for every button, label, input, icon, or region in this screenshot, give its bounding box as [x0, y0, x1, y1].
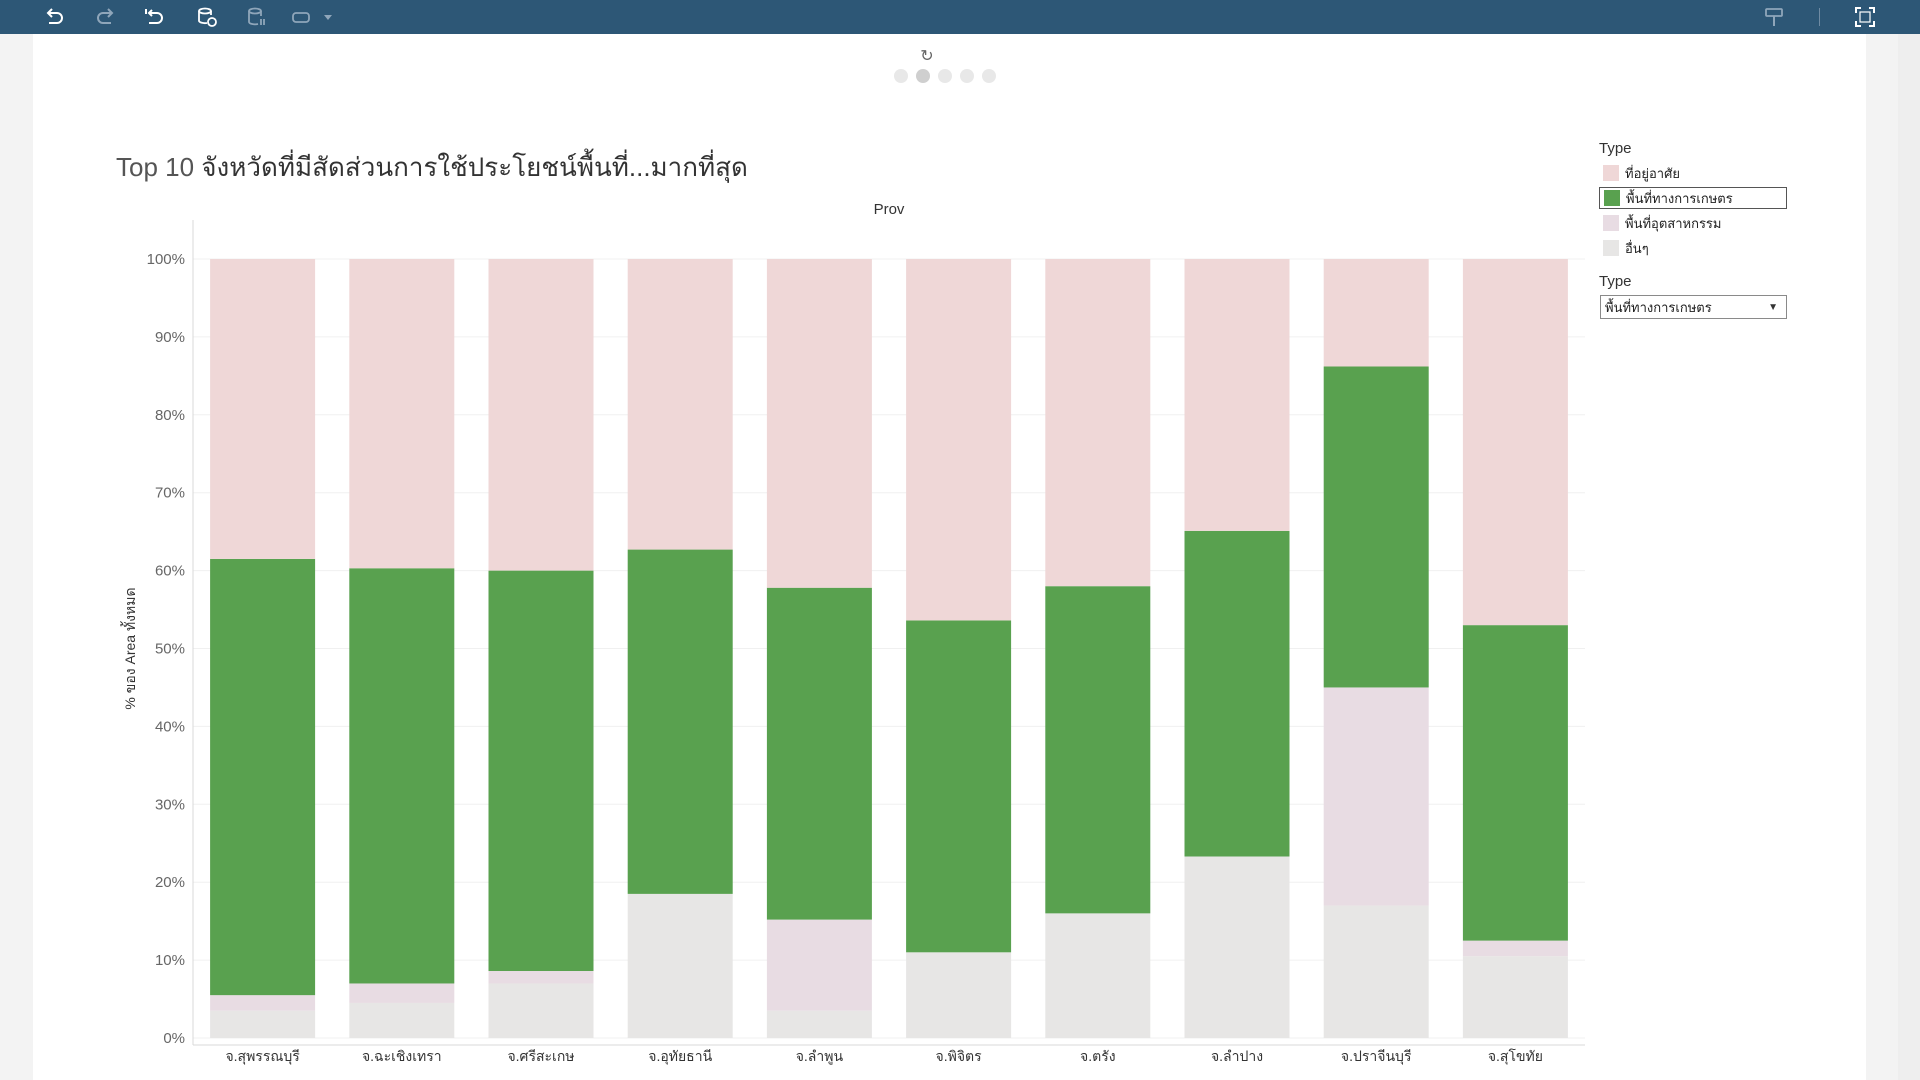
bar-segment: [1462, 259, 1568, 626]
bar-segment: [349, 259, 455, 569]
legend-swatch-industrial: [1603, 215, 1619, 231]
bar-segment: [766, 1010, 872, 1038]
bar-segment: [1184, 856, 1290, 1038]
bar-segment: [349, 983, 455, 1003]
bar-segment: [488, 259, 594, 571]
bar-segment: [488, 570, 594, 972]
x-tick-label: จ.ลำพูน: [796, 1048, 844, 1065]
bar-segment: [1462, 956, 1568, 1038]
column-header-label: Prov: [874, 201, 905, 218]
type-filter-dropdown[interactable]: พื้นที่ทางการเกษตร ▼: [1600, 295, 1787, 319]
y-tick-label: 40%: [155, 718, 185, 735]
x-tick-label: จ.ฉะเชิงเทรา: [362, 1048, 442, 1064]
x-tick-label: จ.พิจิตร: [936, 1048, 983, 1064]
x-tick-label: จ.ลำปาง: [1211, 1048, 1263, 1064]
x-tick-label: จ.สุพรรณบุรี: [225, 1048, 300, 1065]
bar-segment: [1045, 913, 1151, 1038]
bar-segment: [1462, 940, 1568, 957]
bar-segment: [1323, 259, 1429, 367]
legend-swatch-residential: [1603, 165, 1619, 181]
bar-segment: [210, 558, 316, 996]
y-tick-label: 90%: [155, 329, 185, 346]
legend-swatch-agriculture: [1604, 190, 1620, 206]
legend-item-industrial[interactable]: พื้นที่อุตสาหกรรม: [1599, 212, 1787, 234]
y-tick-label: 20%: [155, 874, 185, 891]
bar-segment: [766, 919, 872, 1011]
y-tick-label: 100%: [147, 251, 185, 268]
bar-segment: [766, 259, 872, 588]
y-tick-label: 30%: [155, 796, 185, 813]
y-tick-label: 10%: [155, 952, 185, 969]
bar-segment: [349, 568, 455, 984]
bar-segment: [210, 995, 316, 1011]
filter-title: Type: [1599, 273, 1632, 290]
y-tick-label: 0%: [163, 1030, 185, 1047]
y-tick-label: 80%: [155, 407, 185, 424]
bar-segment: [766, 587, 872, 920]
bar-segment: [1323, 687, 1429, 906]
legend-swatch-other: [1603, 240, 1619, 256]
legend-item-other[interactable]: อื่นๆ: [1599, 237, 1787, 259]
y-tick-label: 60%: [155, 563, 185, 580]
legend-label-other: อื่นๆ: [1625, 240, 1649, 256]
bar-segment: [488, 971, 594, 984]
bar-segment: [210, 1010, 316, 1038]
y-tick-label: 70%: [155, 485, 185, 502]
bar-segment: [627, 549, 733, 894]
bar-segment: [1184, 530, 1290, 857]
x-tick-label: จ.ศรีสะเกษ: [507, 1048, 574, 1064]
bar-segment: [906, 620, 1012, 953]
bar-segment: [627, 893, 733, 1038]
filter-selected-value: พื้นที่ทางการเกษตร: [1605, 299, 1712, 315]
x-tick-label: จ.ตรัง: [1080, 1048, 1116, 1064]
bar-segment: [906, 259, 1012, 621]
legend-label-residential: ที่อยู่อาศัย: [1625, 165, 1680, 181]
x-tick-label: จ.อุทัยธานี: [648, 1048, 712, 1065]
legend-label-agriculture: พื้นที่ทางการเกษตร: [1626, 190, 1733, 206]
bar-segment: [1462, 625, 1568, 941]
x-tick-label: จ.สุโขทัย: [1488, 1048, 1543, 1065]
bar-segment: [488, 983, 594, 1038]
y-tick-label: 50%: [155, 641, 185, 658]
bar-segment: [906, 952, 1012, 1038]
bar-segment: [1045, 259, 1151, 587]
y-axis-title: % ของ Area ทั้งหมด: [120, 587, 138, 709]
bar-segment: [210, 259, 316, 559]
bar-segment: [1045, 586, 1151, 914]
legend-title: Type: [1599, 140, 1632, 157]
bar-segment: [1323, 366, 1429, 688]
bar-segment: [349, 1002, 455, 1038]
bar-segment: [627, 259, 733, 550]
legend-item-agriculture[interactable]: พื้นที่ทางการเกษตร: [1599, 187, 1787, 209]
x-tick-label: จ.ปราจีนบุรี: [1341, 1048, 1412, 1065]
legend-label-industrial: พื้นที่อุตสาหกรรม: [1625, 215, 1722, 231]
chevron-down-icon: ▼: [1768, 301, 1778, 313]
legend-item-residential[interactable]: ที่อยู่อาศัย: [1599, 162, 1787, 184]
bar-segment: [1184, 259, 1290, 531]
bar-segment: [1323, 905, 1429, 1038]
